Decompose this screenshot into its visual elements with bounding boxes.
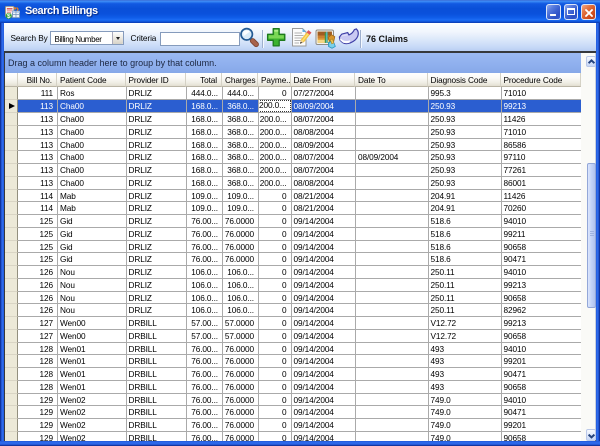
svg-text:$: $ [7, 13, 11, 20]
